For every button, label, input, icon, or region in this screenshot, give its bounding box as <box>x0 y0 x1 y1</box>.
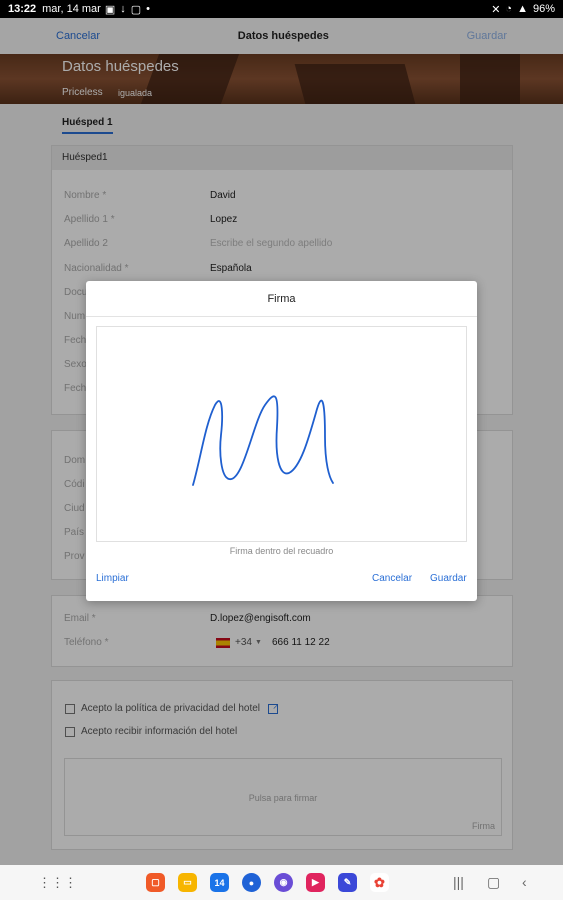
wifi-icon: ◔ <box>505 3 513 15</box>
navigation-bar: ⋮⋮⋮ ▢ ▭ 14 ● ◉ ▶ ✎ ✿ ||| ▢ ‹ <box>0 865 563 900</box>
app-icon-calendar[interactable]: 14 <box>210 873 229 892</box>
app-icon-video[interactable]: ▶ <box>306 873 325 892</box>
app-icon-1[interactable]: ▢ <box>146 873 165 892</box>
recents-icon[interactable]: ||| <box>453 874 464 890</box>
dot-icon: • <box>146 2 150 15</box>
signature-modal: Firma Firma dentro del recuadro Limpiar … <box>86 281 477 601</box>
clear-signature-button[interactable]: Limpiar <box>96 573 129 584</box>
signal-icon: ▲ <box>517 3 528 15</box>
modal-title: Firma <box>267 293 296 305</box>
app-dock: ▢ ▭ 14 ● ◉ ▶ ✎ ✿ <box>146 873 389 892</box>
app-drawer-icon[interactable]: ⋮⋮⋮ <box>38 875 77 891</box>
status-time: 13:22 <box>8 3 37 15</box>
download-icon: ↓ <box>120 2 126 15</box>
home-icon[interactable]: ▢ <box>487 874 500 891</box>
signature-canvas[interactable] <box>96 326 467 542</box>
app-icon-notes[interactable]: ✎ <box>338 873 357 892</box>
app-icon-messages[interactable]: ● <box>242 873 261 892</box>
battery-level: 96% <box>532 3 555 15</box>
modal-divider <box>86 316 477 317</box>
modal-save-button[interactable]: Guardar <box>430 573 467 584</box>
back-icon[interactable]: ‹ <box>522 874 527 890</box>
signature-stroke <box>192 395 334 486</box>
app-icon-browser[interactable]: ◉ <box>274 873 293 892</box>
gallery-icon: ▣ <box>104 3 116 16</box>
mute-icon: ✕ <box>491 3 501 16</box>
app-icon-folder[interactable]: ▭ <box>178 873 197 892</box>
status-bar: 13:22 mar, 14 mar ▣ ↓ ▢ • ✕ ◔ ▲ 96% <box>0 0 563 18</box>
modal-cancel-button[interactable]: Cancelar <box>372 573 412 584</box>
notification-icon: ▢ <box>130 3 142 16</box>
signature-hint: Firma dentro del recuadro <box>229 546 334 556</box>
status-date: mar, 14 mar <box>42 3 101 15</box>
app-icon-photos[interactable]: ✿ <box>370 873 389 892</box>
